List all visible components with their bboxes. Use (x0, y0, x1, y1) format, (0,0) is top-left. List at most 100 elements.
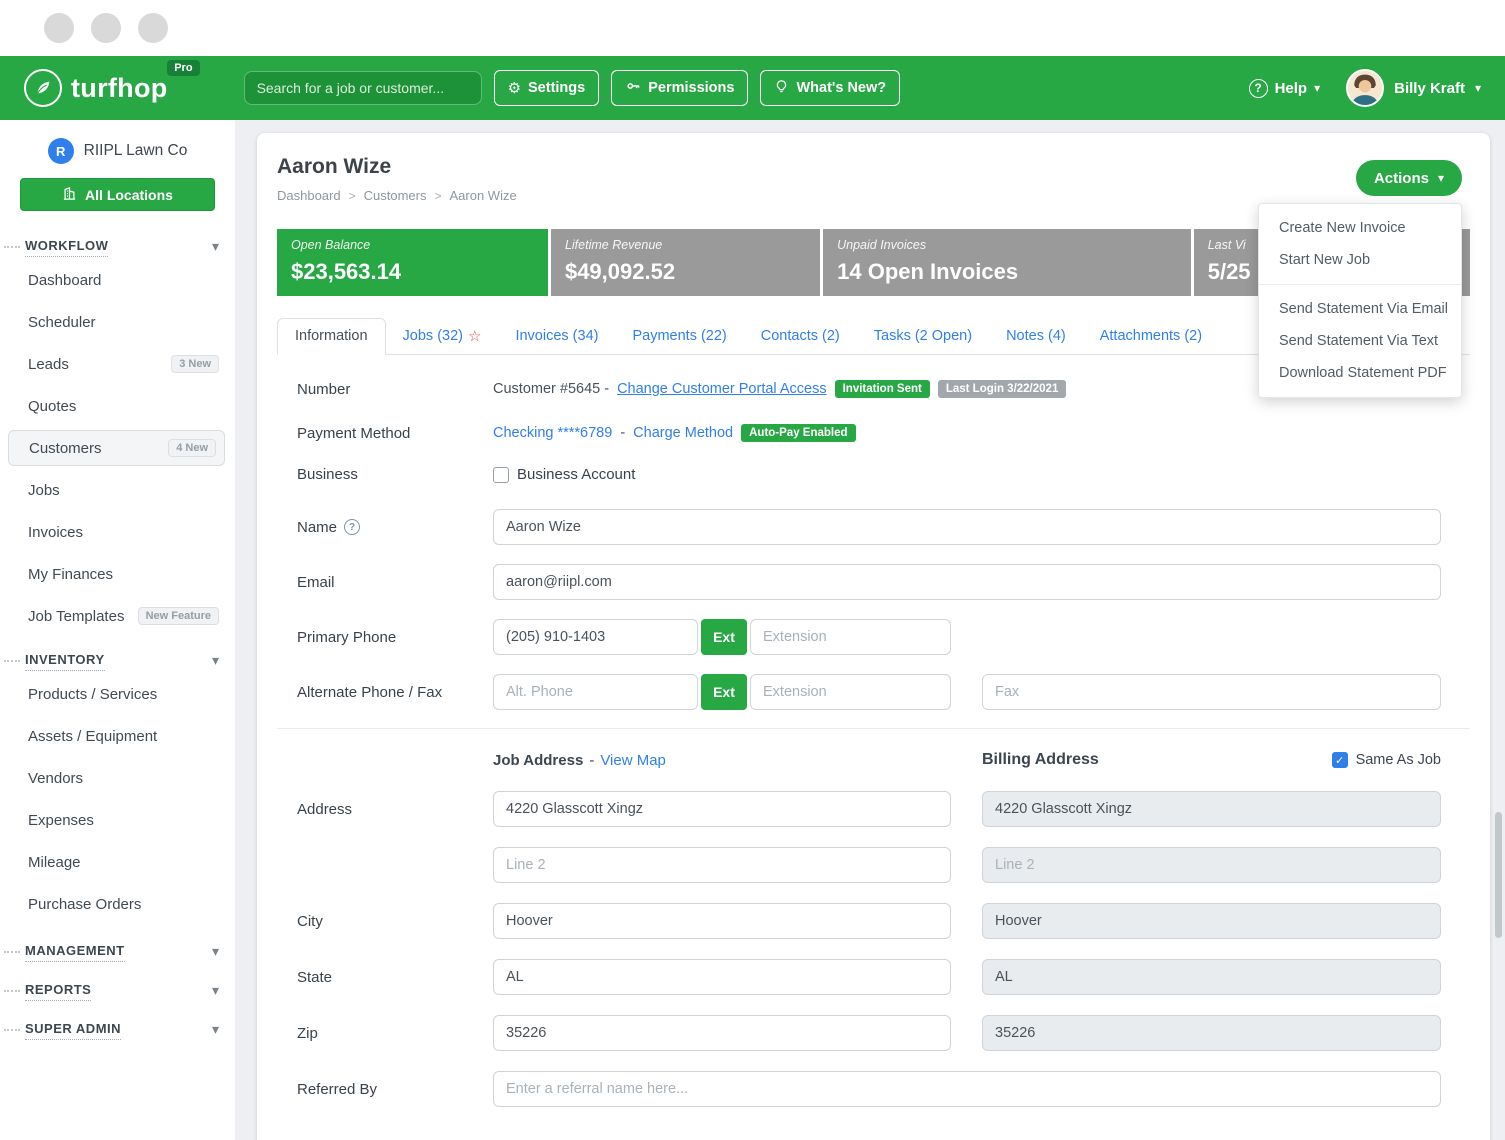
window-control-dot[interactable] (91, 13, 121, 43)
navbar-right: ? Help ▾ Billy Kraft ▾ (1249, 69, 1481, 107)
new-count-badge: 4 New (168, 439, 216, 457)
tab-label: Jobs (32) (403, 328, 463, 344)
sidebar-item-dashboard[interactable]: Dashboard (0, 259, 235, 301)
menu-item-send-statement-email[interactable]: Send Statement Via Email (1259, 293, 1461, 325)
job-zip-field[interactable] (493, 1015, 951, 1051)
charge-method-link[interactable]: Charge Method (633, 425, 733, 441)
sidebar-section-workflow[interactable]: WORKFLOW ▾ (0, 235, 235, 259)
change-portal-access-link[interactable]: Change Customer Portal Access (617, 381, 827, 397)
user-menu[interactable]: Billy Kraft ▾ (1346, 69, 1481, 107)
field-label: Name (297, 519, 337, 536)
permissions-button[interactable]: Permissions (611, 70, 748, 106)
tab-attachments[interactable]: Attachments (2) (1083, 318, 1219, 355)
stat-unpaid-invoices: Unpaid Invoices 14 Open Invoices (823, 229, 1191, 296)
menu-item-send-statement-text[interactable]: Send Statement Via Text (1259, 325, 1461, 357)
brand-logo[interactable]: turfhop Pro (24, 69, 200, 107)
sidebar-item-jobs[interactable]: Jobs (0, 469, 235, 511)
sidebar-item-purchase-orders[interactable]: Purchase Orders (0, 883, 235, 925)
sidebar-item-leads[interactable]: Leads3 New (0, 343, 235, 385)
sidebar-item-label: Quotes (28, 398, 76, 415)
stat-label: Lifetime Revenue (565, 238, 806, 252)
breadcrumb-dashboard[interactable]: Dashboard (277, 188, 341, 203)
key-icon (625, 78, 641, 98)
help-menu[interactable]: ? Help ▾ (1249, 79, 1321, 98)
fax-field[interactable] (982, 674, 1441, 710)
stat-value: $23,563.14 (291, 259, 534, 285)
window-titlebar (0, 0, 1505, 56)
sidebar-section-inventory[interactable]: INVENTORY ▾ (0, 649, 235, 673)
sidebar-item-my-finances[interactable]: My Finances (0, 553, 235, 595)
whats-new-button[interactable]: What's New? (760, 70, 900, 106)
sidebar-item-customers[interactable]: Customers4 New (8, 430, 225, 466)
business-account-checkbox[interactable] (493, 467, 509, 483)
alt-phone-field[interactable] (493, 674, 698, 710)
sidebar-item-label: Jobs (28, 482, 60, 499)
section-dots (4, 990, 20, 992)
section-label: REPORTS (25, 982, 91, 1001)
search-input[interactable] (244, 71, 482, 105)
app-layout: R RIIPL Lawn Co All Locations WORKFLOW ▾… (0, 120, 1505, 1140)
all-locations-button[interactable]: All Locations (20, 178, 215, 211)
billing-line2-field (982, 847, 1441, 883)
sidebar-item-mileage[interactable]: Mileage (0, 841, 235, 883)
sidebar-section-super-admin[interactable]: SUPER ADMIN ▾ (0, 1018, 235, 1042)
field-label: State (297, 969, 493, 986)
sidebar-item-expenses[interactable]: Expenses (0, 799, 235, 841)
tab-contacts[interactable]: Contacts (2) (744, 318, 857, 355)
primary-phone-field[interactable] (493, 619, 698, 655)
job-line2-field[interactable] (493, 847, 951, 883)
referred-by-field[interactable] (493, 1071, 1441, 1107)
gear-icon: ⚙ (508, 81, 521, 96)
billing-state-field (982, 959, 1441, 995)
sidebar-item-scheduler[interactable]: Scheduler (0, 301, 235, 343)
menu-item-create-new-invoice[interactable]: Create New Invoice (1259, 212, 1461, 244)
sidebar-item-label: Assets / Equipment (28, 728, 157, 745)
company-avatar: R (48, 138, 74, 164)
job-address-field[interactable] (493, 791, 951, 827)
sidebar-item-job-templates[interactable]: Job TemplatesNew Feature (0, 595, 235, 637)
sidebar-item-assets-equipment[interactable]: Assets / Equipment (0, 715, 235, 757)
brand-name: turfhop (71, 73, 168, 104)
tab-information[interactable]: Information (277, 318, 386, 355)
turfhop-leaf-icon (24, 69, 62, 107)
row-name: Name ? (297, 509, 1441, 545)
menu-item-download-statement-pdf[interactable]: Download Statement PDF (1259, 357, 1461, 389)
tab-invoices[interactable]: Invoices (34) (498, 318, 615, 355)
help-tooltip-icon[interactable]: ? (344, 519, 360, 535)
primary-extension-field[interactable] (750, 619, 951, 655)
tab-label: Attachments (2) (1100, 328, 1202, 344)
sidebar-section-reports[interactable]: REPORTS ▾ (0, 979, 235, 1003)
actions-button[interactable]: Actions ▾ (1356, 160, 1462, 196)
settings-button[interactable]: ⚙ Settings (494, 70, 600, 106)
sidebar-item-quotes[interactable]: Quotes (0, 385, 235, 427)
tab-label: Payments (22) (632, 328, 726, 344)
job-state-field[interactable] (493, 959, 951, 995)
tab-jobs[interactable]: Jobs (32)☆ (386, 318, 499, 355)
chevron-right-icon: > (349, 189, 356, 203)
whats-new-label: What's New? (796, 80, 886, 96)
app-window: turfhop Pro ⚙ Settings Permissions What'… (0, 0, 1505, 1140)
sidebar-item-products-services[interactable]: Products / Services (0, 673, 235, 715)
name-field[interactable] (493, 509, 1441, 545)
company-switcher[interactable]: R RIIPL Lawn Co (0, 134, 235, 176)
tab-tasks[interactable]: Tasks (2 Open) (857, 318, 989, 355)
scrollbar-thumb[interactable] (1495, 812, 1502, 938)
tab-notes[interactable]: Notes (4) (989, 318, 1083, 355)
breadcrumb-customers[interactable]: Customers (364, 188, 427, 203)
sidebar-section-management[interactable]: MANAGEMENT ▾ (0, 940, 235, 964)
section-label: INVENTORY (25, 652, 105, 671)
section-label: SUPER ADMIN (25, 1021, 121, 1040)
menu-item-start-new-job[interactable]: Start New Job (1259, 244, 1461, 276)
email-field[interactable] (493, 564, 1441, 600)
window-control-dot[interactable] (44, 13, 74, 43)
sidebar-item-invoices[interactable]: Invoices (0, 511, 235, 553)
row-referred-by: Referred By (297, 1071, 1441, 1107)
payment-account-link[interactable]: Checking ****6789 (493, 425, 612, 441)
sidebar-item-vendors[interactable]: Vendors (0, 757, 235, 799)
view-map-link[interactable]: View Map (600, 752, 666, 769)
window-control-dot[interactable] (138, 13, 168, 43)
alt-extension-field[interactable] (750, 674, 951, 710)
job-city-field[interactable] (493, 903, 951, 939)
tab-payments[interactable]: Payments (22) (615, 318, 743, 355)
same-as-job-checkbox[interactable]: ✓ (1332, 752, 1348, 768)
